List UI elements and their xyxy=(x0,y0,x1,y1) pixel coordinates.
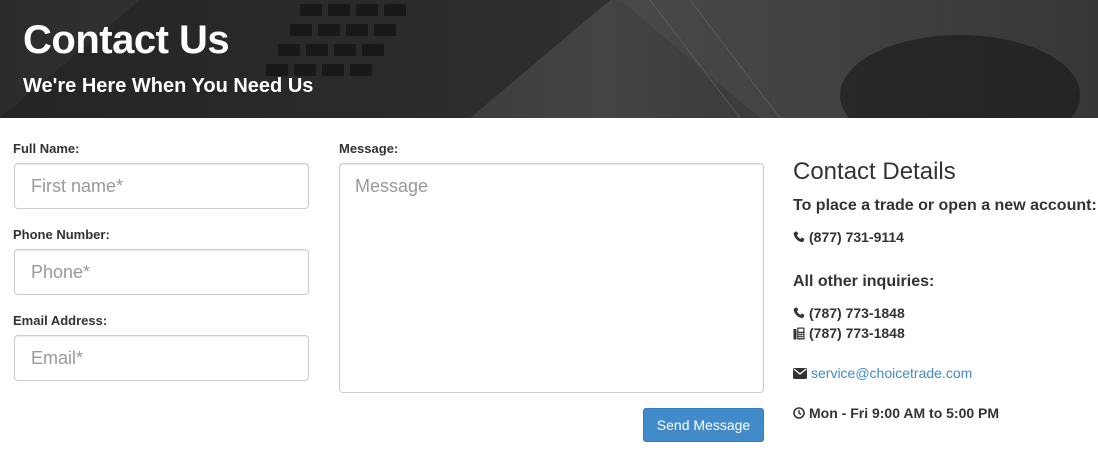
full-name-input[interactable] xyxy=(14,163,309,209)
email-label: Email Address: xyxy=(13,313,108,328)
message-textarea[interactable] xyxy=(339,163,764,393)
trade-heading: To place a trade or open a new account: xyxy=(793,197,1097,214)
contact-details-heading: Contact Details xyxy=(793,158,956,185)
hero-banner: Contact Us We're Here When You Need Us xyxy=(0,0,1098,118)
business-hours: Mon - Fri 9:00 AM to 5:00 PM xyxy=(809,405,1000,421)
message-label: Message: xyxy=(339,141,399,156)
full-name-label: Full Name: xyxy=(13,141,80,156)
other-inquiries-heading: All other inquiries: xyxy=(793,273,935,290)
email-link[interactable]: service@choicetrade.com xyxy=(811,365,972,381)
phone-icon xyxy=(793,307,805,319)
fax-number: (787) 773-1848 xyxy=(809,325,905,341)
trade-phone-line: (877) 731-9114 xyxy=(793,229,904,245)
hours-line: Mon - Fri 9:00 AM to 5:00 PM xyxy=(793,405,999,421)
other-phone-number: (787) 773-1848 xyxy=(809,305,905,321)
trade-phone-number: (877) 731-9114 xyxy=(809,229,904,245)
phone-label: Phone Number: xyxy=(13,227,110,242)
envelope-icon xyxy=(793,367,807,379)
page-subtitle: We're Here When You Need Us xyxy=(23,75,314,97)
send-message-button[interactable]: Send Message xyxy=(643,408,764,442)
phone-input[interactable] xyxy=(14,249,309,295)
other-phone-line: (787) 773-1848 xyxy=(793,305,905,321)
fax-icon xyxy=(793,327,805,339)
email-input[interactable] xyxy=(14,335,309,381)
page-title: Contact Us xyxy=(23,18,230,62)
fax-line: (787) 773-1848 xyxy=(793,325,905,341)
clock-icon xyxy=(793,407,805,419)
email-line: service@choicetrade.com xyxy=(793,365,972,381)
phone-icon xyxy=(793,231,805,243)
